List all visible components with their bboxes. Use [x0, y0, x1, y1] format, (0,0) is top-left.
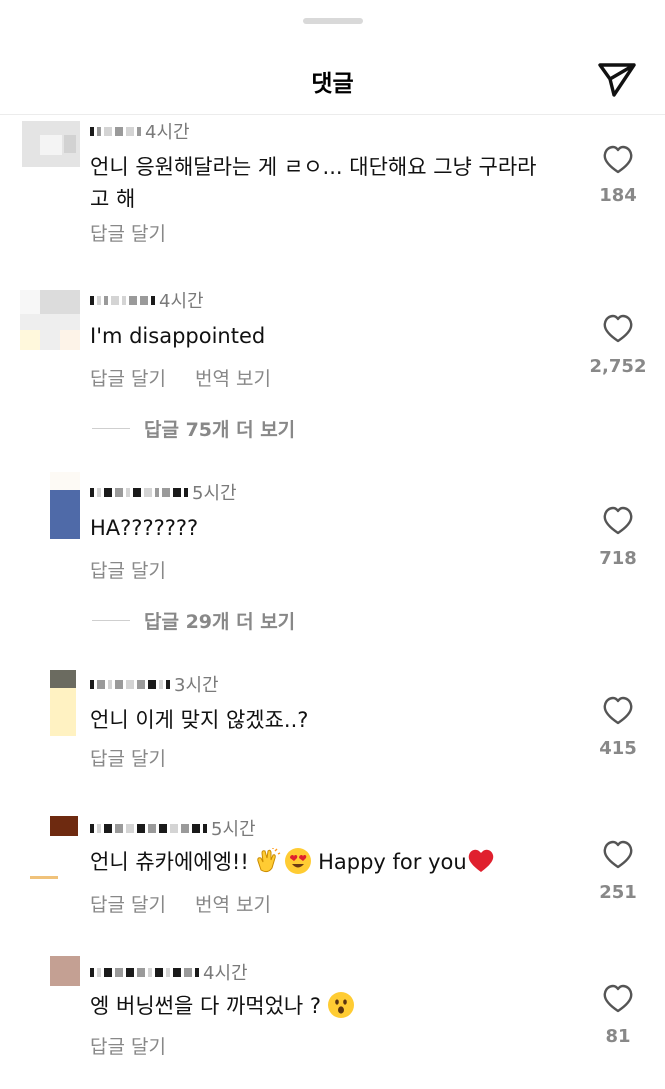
- translate-button[interactable]: 번역 보기: [195, 890, 271, 917]
- view-replies-label: 답글 75개 더 보기: [144, 419, 296, 441]
- username-redacted[interactable]: [90, 967, 199, 977]
- comment-text-part: 엥 버닝썬을 다 까먹었나 ?: [90, 994, 328, 1018]
- comment-time: 4시간: [203, 963, 248, 984]
- comment-time: 4시간: [159, 291, 204, 312]
- view-replies-button[interactable]: 답글 75개 더 보기: [92, 415, 295, 442]
- comment-time: 4시간: [145, 122, 190, 143]
- comment-time: 5시간: [192, 483, 237, 504]
- reply-button[interactable]: 답글 달기: [90, 890, 166, 917]
- comment-time: 5시간: [211, 819, 256, 840]
- comment-meta: 3시간: [90, 674, 219, 696]
- like-count: 251: [599, 882, 637, 903]
- username-redacted[interactable]: [90, 679, 170, 689]
- comment-text: 언니 응원해달라는 게 ㄹㅇ... 대단해요 그냥 구라라 고 해: [90, 155, 537, 211]
- comment-text: HA???????: [90, 516, 199, 540]
- reply-button[interactable]: 답글 달기: [90, 744, 166, 771]
- like-count: 184: [599, 185, 637, 206]
- heart-outline-icon[interactable]: [602, 840, 634, 870]
- username-redacted[interactable]: [90, 126, 141, 136]
- heart-outline-icon[interactable]: [602, 314, 634, 344]
- like-count: 415: [599, 738, 637, 759]
- clapping-hands-emoji: [255, 848, 281, 874]
- comment-meta: 4시간: [90, 290, 204, 312]
- username-redacted[interactable]: [90, 823, 207, 833]
- like-count: 718: [599, 548, 637, 569]
- view-replies-label: 답글 29개 더 보기: [144, 611, 296, 633]
- like-count: 2,752: [589, 356, 647, 377]
- view-replies-button[interactable]: 답글 29개 더 보기: [92, 607, 295, 634]
- heart-outline-icon[interactable]: [602, 506, 634, 536]
- like-count: 81: [605, 1026, 631, 1047]
- comment-meta: 4시간: [90, 962, 248, 984]
- avatar[interactable]: [22, 121, 80, 167]
- heart-outline-icon[interactable]: [602, 984, 634, 1014]
- comments-header: 댓글: [0, 44, 665, 115]
- drag-handle[interactable]: [303, 18, 363, 24]
- avatar[interactable]: [30, 816, 78, 882]
- surprised-face-emoji: [327, 992, 354, 1018]
- username-redacted[interactable]: [90, 295, 155, 305]
- username-redacted[interactable]: [90, 487, 188, 497]
- comment-text: 언니 이게 맞지 않겠죠..?: [90, 708, 309, 732]
- comment-text: 엥 버닝썬을 다 까먹었나 ?: [90, 990, 570, 1022]
- comment-text-part: Happy for you: [311, 850, 467, 874]
- reply-button[interactable]: 답글 달기: [90, 219, 166, 246]
- reply-button[interactable]: 답글 달기: [90, 556, 166, 583]
- comment-text: 언니 츄카에에엥!! Happy for you: [90, 846, 570, 878]
- comment-text-part: 언니 츄카에에엥!!: [90, 850, 256, 874]
- translate-button[interactable]: 번역 보기: [195, 364, 271, 391]
- comment-time: 3시간: [174, 675, 219, 696]
- comment-meta: 5시간: [90, 818, 256, 840]
- avatar[interactable]: [50, 956, 80, 986]
- avatar[interactable]: [50, 472, 80, 539]
- red-heart-emoji: [467, 848, 493, 874]
- avatar[interactable]: [20, 290, 80, 350]
- avatar[interactable]: [50, 670, 76, 736]
- comment-meta: 4시간: [90, 121, 190, 143]
- comment-text: I'm disappointed: [90, 324, 266, 348]
- page-title: 댓글: [311, 71, 354, 97]
- reply-button[interactable]: 답글 달기: [90, 364, 166, 391]
- heart-outline-icon[interactable]: [602, 696, 634, 726]
- paper-plane-icon[interactable]: [596, 59, 638, 101]
- heart-eyes-emoji: [285, 848, 312, 874]
- reply-button[interactable]: 답글 달기: [90, 1032, 166, 1059]
- heart-outline-icon[interactable]: [602, 145, 634, 175]
- comment-meta: 5시간: [90, 482, 237, 504]
